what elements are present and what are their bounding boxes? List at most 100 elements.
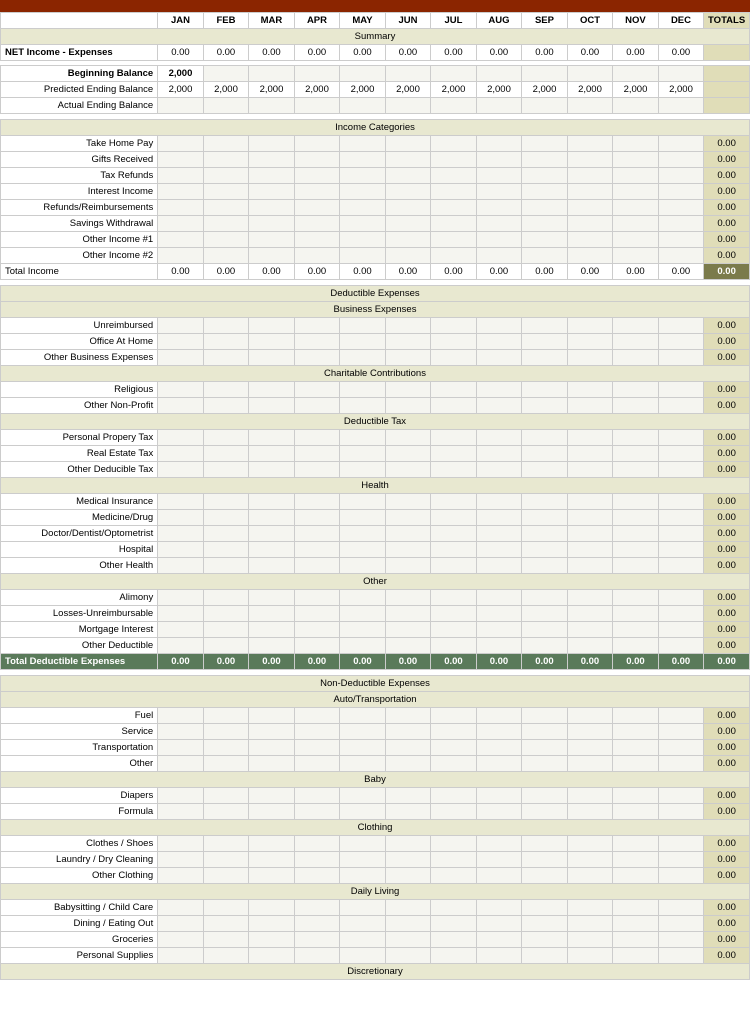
data-cell[interactable]	[476, 756, 522, 772]
data-cell[interactable]	[476, 836, 522, 852]
income-item-total[interactable]: 0.00	[704, 200, 750, 216]
data-cell[interactable]	[249, 852, 295, 868]
nd-item-total[interactable]: 0.00	[704, 740, 750, 756]
data-cell[interactable]	[431, 932, 477, 948]
data-cell[interactable]	[431, 558, 477, 574]
data-cell[interactable]	[522, 510, 568, 526]
data-cell[interactable]	[294, 756, 340, 772]
data-cell[interactable]	[340, 788, 386, 804]
data-cell[interactable]	[658, 152, 704, 168]
data-cell[interactable]	[658, 740, 704, 756]
data-cell[interactable]	[385, 558, 431, 574]
data-cell[interactable]	[658, 724, 704, 740]
data-cell[interactable]	[385, 318, 431, 334]
data-cell[interactable]	[158, 494, 204, 510]
data-cell[interactable]	[385, 788, 431, 804]
data-cell[interactable]	[567, 98, 613, 114]
data-cell[interactable]	[431, 916, 477, 932]
data-cell[interactable]	[476, 430, 522, 446]
data-cell[interactable]	[476, 510, 522, 526]
data-cell[interactable]	[340, 948, 386, 964]
data-cell[interactable]	[385, 350, 431, 366]
data-cell[interactable]	[158, 430, 204, 446]
data-cell[interactable]	[203, 724, 249, 740]
data-cell[interactable]	[385, 168, 431, 184]
data-cell[interactable]	[294, 526, 340, 542]
net-val-9[interactable]: 0.00	[567, 45, 613, 61]
data-cell[interactable]	[249, 232, 295, 248]
data-cell[interactable]	[203, 804, 249, 820]
data-cell[interactable]	[294, 510, 340, 526]
total-income-val-5[interactable]: 0.00	[385, 264, 431, 280]
data-cell[interactable]	[613, 756, 659, 772]
data-cell[interactable]	[613, 248, 659, 264]
data-cell[interactable]	[476, 350, 522, 366]
data-cell[interactable]	[385, 868, 431, 884]
data-cell[interactable]	[613, 66, 659, 82]
data-cell[interactable]	[385, 216, 431, 232]
data-cell[interactable]	[613, 232, 659, 248]
data-cell[interactable]	[249, 184, 295, 200]
data-cell[interactable]	[431, 740, 477, 756]
data-cell[interactable]	[294, 494, 340, 510]
data-cell[interactable]	[567, 788, 613, 804]
data-cell[interactable]	[613, 590, 659, 606]
data-cell[interactable]	[340, 804, 386, 820]
data-cell[interactable]	[203, 168, 249, 184]
data-cell[interactable]	[385, 606, 431, 622]
data-cell[interactable]	[522, 622, 568, 638]
data-cell[interactable]	[658, 334, 704, 350]
data-cell[interactable]	[203, 868, 249, 884]
data-cell[interactable]	[522, 200, 568, 216]
data-cell[interactable]	[431, 868, 477, 884]
data-cell[interactable]	[158, 184, 204, 200]
data-cell[interactable]	[340, 66, 386, 82]
data-cell[interactable]	[567, 948, 613, 964]
deductible-item-total[interactable]: 0.00	[704, 318, 750, 334]
data-cell[interactable]	[340, 446, 386, 462]
data-cell[interactable]	[385, 462, 431, 478]
data-cell[interactable]	[658, 756, 704, 772]
data-cell[interactable]	[158, 200, 204, 216]
data-cell[interactable]	[476, 590, 522, 606]
data-cell[interactable]	[658, 382, 704, 398]
data-cell[interactable]	[203, 708, 249, 724]
data-cell[interactable]	[294, 462, 340, 478]
data-cell[interactable]	[203, 526, 249, 542]
data-cell[interactable]	[431, 350, 477, 366]
data-cell[interactable]	[294, 98, 340, 114]
predicted-val-3[interactable]: 2,000	[294, 82, 340, 98]
data-cell[interactable]	[203, 382, 249, 398]
data-cell[interactable]	[522, 152, 568, 168]
data-cell[interactable]	[567, 152, 613, 168]
data-cell[interactable]	[431, 98, 477, 114]
data-cell[interactable]	[658, 708, 704, 724]
data-cell[interactable]	[431, 494, 477, 510]
deductible-item-total[interactable]: 0.00	[704, 526, 750, 542]
total-income-val-8[interactable]: 0.00	[522, 264, 568, 280]
data-cell[interactable]	[567, 184, 613, 200]
data-cell[interactable]	[340, 638, 386, 654]
data-cell[interactable]	[613, 216, 659, 232]
income-item-total[interactable]: 0.00	[704, 216, 750, 232]
data-cell[interactable]	[385, 932, 431, 948]
data-cell[interactable]	[203, 232, 249, 248]
data-cell[interactable]	[203, 932, 249, 948]
data-cell[interactable]	[249, 152, 295, 168]
data-cell[interactable]	[476, 462, 522, 478]
data-cell[interactable]	[522, 948, 568, 964]
data-cell[interactable]	[385, 232, 431, 248]
data-cell[interactable]	[522, 232, 568, 248]
total-income-val-7[interactable]: 0.00	[476, 264, 522, 280]
data-cell[interactable]	[294, 788, 340, 804]
data-cell[interactable]	[203, 200, 249, 216]
data-cell[interactable]	[340, 590, 386, 606]
data-cell[interactable]	[567, 66, 613, 82]
data-cell[interactable]	[385, 622, 431, 638]
data-cell[interactable]	[476, 526, 522, 542]
data-cell[interactable]	[613, 558, 659, 574]
data-cell[interactable]	[249, 446, 295, 462]
data-cell[interactable]	[613, 382, 659, 398]
data-cell[interactable]	[567, 382, 613, 398]
data-cell[interactable]	[522, 740, 568, 756]
